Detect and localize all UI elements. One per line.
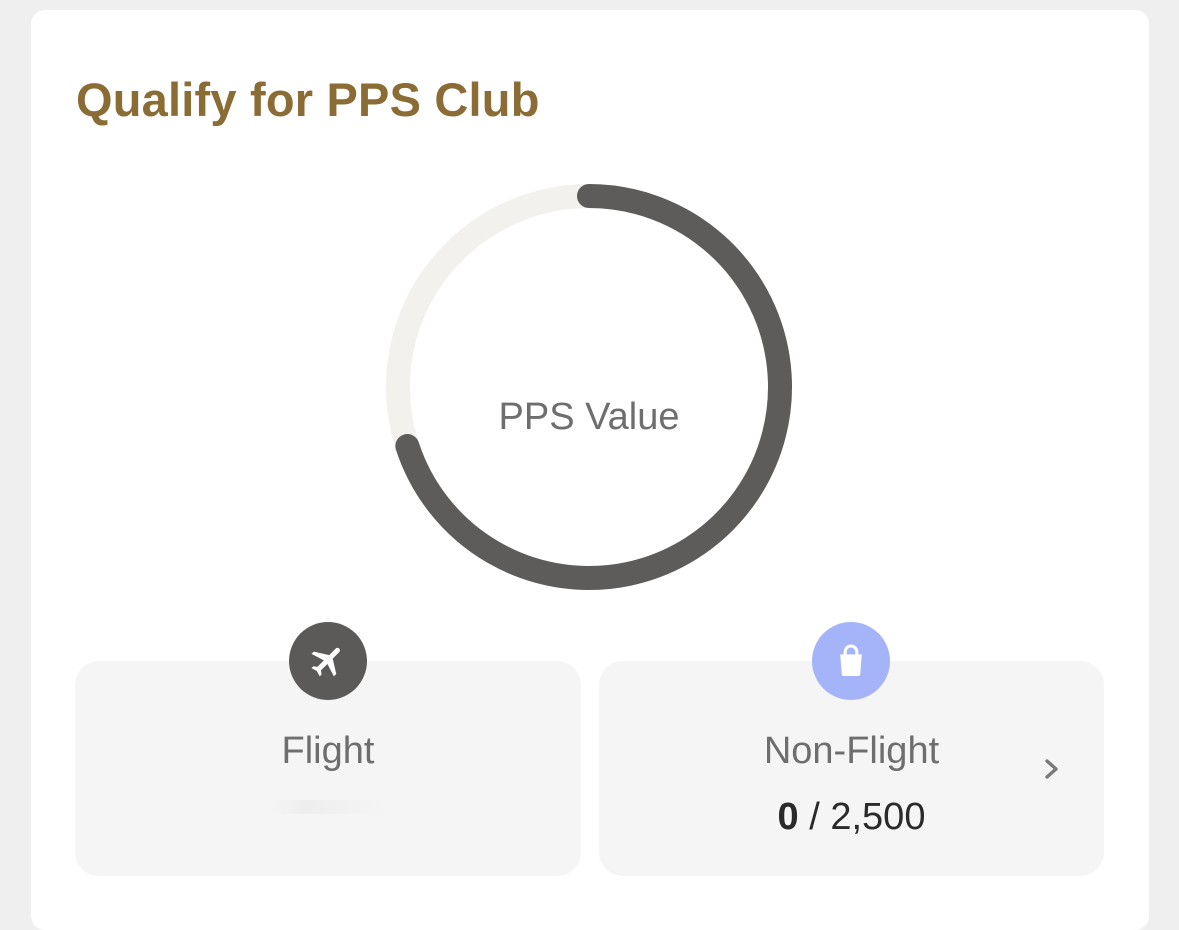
airplane-icon [311, 647, 340, 677]
non-flight-badge [812, 622, 890, 700]
flight-label: Flight [281, 730, 375, 772]
flight-value-redacted [270, 800, 388, 814]
pps-value-label: PPS Value [498, 396, 680, 438]
non-flight-label: Non-Flight [763, 730, 940, 772]
flight-badge [289, 622, 367, 700]
pps-value-progress-ring [386, 184, 792, 590]
non-flight-separator: / [809, 796, 820, 838]
card-title: Qualify for PPS Club [76, 73, 540, 126]
non-flight-value: 0 / 2,500 [599, 796, 1104, 839]
non-flight-target: 2,500 [830, 796, 926, 838]
chevron-right-icon[interactable] [1038, 754, 1066, 784]
non-flight-current: 0 [777, 796, 799, 838]
shopping-bag-icon [840, 644, 862, 676]
